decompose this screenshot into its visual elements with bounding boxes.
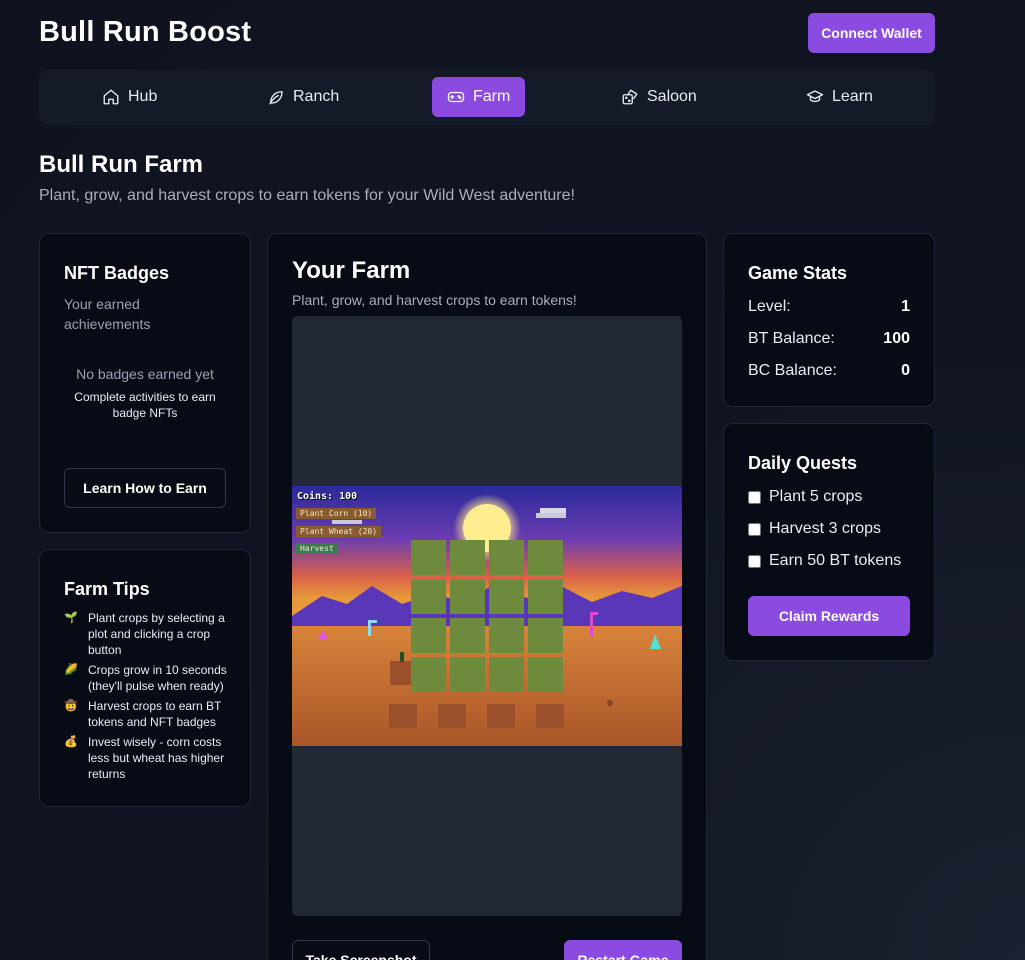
farm-plot[interactable] — [411, 657, 446, 692]
gamepad-icon — [447, 91, 465, 103]
quests-title: Daily Quests — [748, 453, 858, 473]
plant-wheat-button[interactable]: Plant Wheat (20) — [296, 526, 382, 537]
dice-icon — [622, 89, 638, 105]
app-header: Bull Run Boost Connect Wallet — [39, 13, 935, 53]
tab-ranch-label: Ranch — [293, 88, 340, 105]
farm-subtitle: Plant, grow, and harvest crops to earn t… — [292, 292, 577, 308]
quest-label: Earn 50 BT tokens — [769, 552, 902, 569]
tab-learn[interactable]: Learn — [791, 77, 888, 117]
nft-badges-card: NFT Badges Your earned achievements No b… — [39, 233, 251, 533]
stat-bc-balance: BC Balance: 0 — [748, 362, 910, 380]
tab-hub-label: Hub — [128, 88, 158, 105]
farm-plot[interactable] — [489, 579, 524, 614]
take-screenshot-button[interactable]: Take Screenshot — [292, 940, 430, 960]
money-bag-icon: 💰 — [64, 736, 78, 748]
farm-plot[interactable] — [489, 657, 524, 692]
tips-title: Farm Tips — [64, 579, 150, 599]
main-nav: Hub Ranch Farm Saloon Learn — [39, 69, 935, 125]
claim-rewards-button[interactable]: Claim Rewards — [748, 596, 910, 636]
game-canvas-area: Coins: 100 Plant Corn (10) Plant Wheat (… — [292, 316, 682, 916]
plant-corn-button[interactable]: Plant Corn (10) — [296, 508, 377, 519]
farm-title: Your Farm — [292, 257, 411, 284]
tab-farm[interactable]: Farm — [432, 77, 526, 117]
page-title: Bull Run Farm — [39, 151, 204, 178]
game-stats-card: Game Stats Level: 1 BT Balance: 100 BC B… — [723, 233, 935, 407]
harvest-button[interactable]: Harvest — [296, 543, 338, 554]
graduation-cap-icon — [806, 90, 824, 103]
farm-plot[interactable] — [411, 579, 446, 614]
connect-wallet-button[interactable]: Connect Wallet — [808, 13, 935, 53]
farm-plot[interactable] — [450, 657, 485, 692]
tip-text: Harvest crops to earn BT tokens and NFT … — [88, 699, 222, 729]
tip-item: 🌽 Crops grow in 10 seconds (they'll pulse… — [64, 662, 234, 694]
tip-item: 💰 Invest wisely - corn costs less but whe… — [64, 734, 234, 782]
farm-plot[interactable] — [411, 618, 446, 653]
badges-empty-text: No badges earned yet — [76, 366, 214, 382]
tab-ranch[interactable]: Ranch — [252, 77, 354, 117]
tab-farm-label: Farm — [473, 88, 511, 105]
coins-counter: Coins: 100 — [297, 491, 358, 502]
farm-plot[interactable] — [450, 618, 485, 653]
farm-plot-grid — [411, 540, 563, 692]
game-scene[interactable]: Coins: 100 Plant Corn (10) Plant Wheat (… — [292, 486, 682, 746]
leaf-icon — [269, 91, 283, 105]
tab-learn-label: Learn — [832, 88, 873, 105]
badges-subtitle: Your earned achievements — [64, 296, 151, 332]
quest-harvest-crops[interactable]: Harvest 3 crops — [748, 520, 881, 538]
farm-plot[interactable] — [528, 618, 563, 653]
tab-saloon-label: Saloon — [647, 88, 697, 105]
farm-plot[interactable] — [528, 579, 563, 614]
tip-text: Invest wisely - corn costs less but whea… — [88, 735, 225, 781]
daily-quests-card: Daily Quests Plant 5 crops Harvest 3 cro… — [723, 423, 935, 661]
stat-value: 100 — [883, 330, 910, 347]
tip-text: Plant crops by selecting a plot and clic… — [88, 611, 225, 657]
farm-plot[interactable] — [528, 657, 563, 692]
learn-how-to-earn-button[interactable]: Learn How to Earn — [64, 468, 226, 508]
sprout-icon: 🌱 — [64, 612, 78, 624]
your-farm-card: Your Farm Plant, grow, and harvest crops… — [267, 233, 707, 960]
quest-earn-tokens[interactable]: Earn 50 BT tokens — [748, 552, 901, 570]
quest-checkbox[interactable] — [748, 490, 761, 504]
farm-plot[interactable] — [450, 579, 485, 614]
stat-label: Level: — [748, 298, 791, 315]
corn-icon: 🌽 — [64, 664, 78, 676]
farm-plot[interactable] — [489, 618, 524, 653]
farm-plot[interactable] — [489, 540, 524, 575]
quest-plant-crops[interactable]: Plant 5 crops — [748, 488, 862, 506]
stat-label: BT Balance: — [748, 330, 835, 347]
restart-game-button[interactable]: Restart Game — [564, 940, 682, 960]
quest-label: Plant 5 crops — [769, 488, 863, 505]
quest-label: Harvest 3 crops — [769, 520, 882, 537]
farm-plot[interactable] — [450, 540, 485, 575]
stats-title: Game Stats — [748, 263, 848, 283]
tip-item: 🌱 Plant crops by selecting a plot and cli… — [64, 610, 234, 658]
tab-hub[interactable]: Hub — [87, 77, 172, 117]
farm-plot[interactable] — [528, 540, 563, 575]
stat-value: 1 — [901, 298, 910, 315]
farm-plot[interactable] — [411, 540, 446, 575]
quest-checkbox[interactable] — [748, 522, 761, 536]
quest-checkbox[interactable] — [748, 554, 761, 568]
badges-hint: Complete activities to earn badge NFTs — [74, 390, 216, 420]
stat-level: Level: 1 — [748, 298, 910, 316]
tip-item: 🤠 Harvest crops to earn BT tokens and NFT… — [64, 698, 234, 730]
tips-list: 🌱 Plant crops by selecting a plot and cli… — [64, 610, 234, 786]
farm-tips-card: Farm Tips 🌱 Plant crops by selecting a pl… — [39, 549, 251, 807]
stat-bt-balance: BT Balance: 100 — [748, 330, 910, 348]
tab-saloon[interactable]: Saloon — [606, 77, 712, 117]
app-title: Bull Run Boost — [39, 16, 252, 48]
cowboy-icon: 🤠 — [64, 700, 78, 712]
tip-text: Crops grow in 10 seconds (they'll pulse … — [88, 663, 227, 693]
stat-value: 0 — [901, 362, 910, 379]
stat-label: BC Balance: — [748, 362, 837, 379]
badges-title: NFT Badges — [64, 263, 170, 283]
page-subtitle: Plant, grow, and harvest crops to earn t… — [39, 187, 575, 204]
home-icon — [103, 89, 119, 105]
